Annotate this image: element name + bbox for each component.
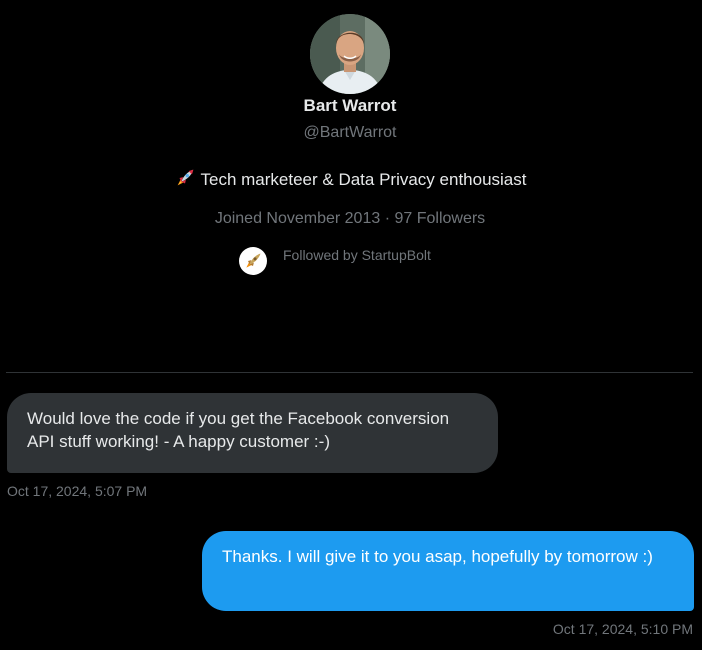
- conversation-divider: [6, 372, 693, 373]
- rocket-logo-icon: [246, 253, 261, 268]
- profile-avatar[interactable]: [310, 14, 390, 94]
- message-bubble-sent[interactable]: Thanks. I will give it to you asap, hope…: [202, 531, 694, 611]
- profile-bio-text: Tech marketeer & Data Privacy enthousias…: [200, 170, 527, 189]
- profile-display-name[interactable]: Bart Warrot: [0, 95, 700, 117]
- message-bubble-received[interactable]: Would love the code if you get the Faceb…: [7, 393, 498, 473]
- followed-by-avatar: [239, 247, 267, 275]
- message-timestamp-sent: Oct 17, 2024, 5:10 PM: [552, 621, 693, 637]
- followed-by-text: Followed by StartupBolt: [283, 247, 431, 263]
- profile-joined-followers: Joined November 2013 · 97 Followers: [214, 210, 486, 227]
- rocket-emoji-icon: [177, 169, 193, 186]
- followed-by-row[interactable]: Followed by StartupBolt: [239, 247, 431, 275]
- user-avatar-photo-icon: [310, 14, 390, 94]
- profile-handle[interactable]: @BartWarrot: [0, 122, 700, 144]
- message-timestamp-received: Oct 17, 2024, 5:07 PM: [7, 483, 148, 499]
- profile-bio: Tech marketeer & Data Privacy enthousias…: [0, 167, 700, 192]
